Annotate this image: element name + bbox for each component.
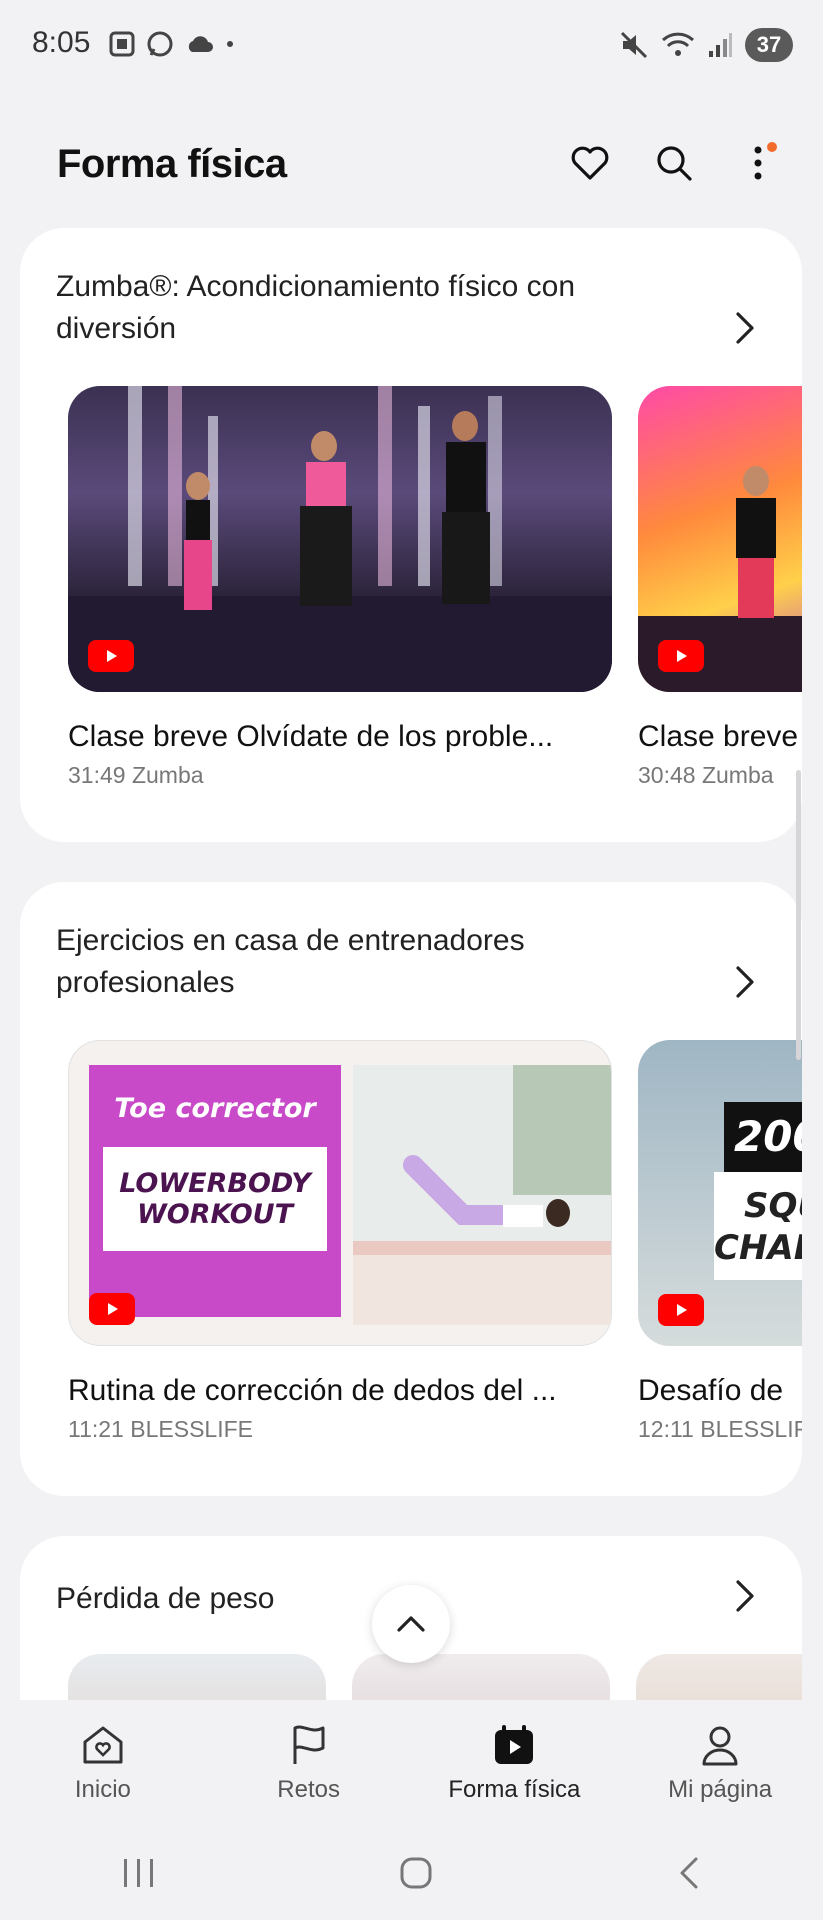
notification-dot bbox=[767, 142, 777, 152]
nav-label: Mi página bbox=[668, 1776, 773, 1803]
video-thumbnail[interactable]: 200 SQU CHALL bbox=[638, 1040, 802, 1346]
thumbnail-purple-panel: Toe corrector LOWERBODY WORKOUT bbox=[89, 1065, 341, 1317]
video-item[interactable]: 200 SQU CHALL Desafío de 12:11 BLESSLIFE bbox=[638, 1040, 802, 1443]
status-right-icons: 37 bbox=[619, 28, 793, 62]
scroll-to-top-button[interactable] bbox=[372, 1585, 450, 1663]
thumbnail-black-label: 200 bbox=[724, 1102, 802, 1172]
back-button[interactable] bbox=[676, 1855, 702, 1896]
status-time: 8:05 bbox=[32, 26, 91, 59]
nav-item-forma-fisica[interactable]: Forma física bbox=[412, 1700, 618, 1810]
heart-icon bbox=[571, 146, 609, 180]
video-thumbnail[interactable] bbox=[352, 1654, 610, 1700]
favorites-button[interactable] bbox=[567, 140, 613, 186]
cloud-icon bbox=[188, 36, 213, 52]
status-left-icons bbox=[108, 30, 236, 58]
nav-item-inicio[interactable]: Inicio bbox=[0, 1700, 206, 1810]
dot-icon bbox=[227, 41, 233, 47]
section-card-zumba: Zumba®: Acondicionamiento físico con div… bbox=[20, 228, 802, 842]
recents-button[interactable] bbox=[121, 1857, 157, 1894]
thumbnail-text-top: Toe corrector bbox=[114, 1093, 316, 1124]
video-thumbnail[interactable] bbox=[68, 1654, 326, 1700]
workout-photo-image bbox=[353, 1065, 611, 1325]
nav-item-mi-pagina[interactable]: Mi página bbox=[617, 1700, 823, 1810]
video-channel: Zumba bbox=[131, 762, 204, 788]
system-navigation-bar bbox=[0, 1830, 823, 1920]
video-thumbnail[interactable]: Toe corrector LOWERBODY WORKOUT bbox=[68, 1040, 612, 1346]
video-item[interactable]: Toe corrector LOWERBODY WORKOUT Rutina d… bbox=[68, 1040, 612, 1443]
dance-scene-image bbox=[68, 386, 612, 692]
play-calendar-icon bbox=[490, 1722, 538, 1768]
youtube-logo-icon bbox=[89, 1293, 135, 1325]
search-button[interactable] bbox=[651, 140, 697, 186]
more-options-button[interactable] bbox=[735, 140, 781, 186]
screenshot-icon bbox=[109, 31, 135, 57]
video-duration: 31:49 bbox=[68, 762, 126, 788]
video-item[interactable]: Clase breve Olvídate de los proble... 31… bbox=[68, 386, 612, 789]
signal-icon bbox=[709, 33, 732, 57]
thumbnail-text-line2: WORKOUT bbox=[136, 1199, 293, 1230]
nav-label: Inicio bbox=[74, 1776, 131, 1803]
chevron-right-icon[interactable] bbox=[730, 962, 760, 1002]
thumbnail-text-top: 200 bbox=[734, 1112, 802, 1161]
thumbnail-text-line2: CHALL bbox=[714, 1228, 802, 1268]
video-carousel[interactable]: Toe corrector LOWERBODY WORKOUT Rutina d… bbox=[68, 1040, 802, 1443]
youtube-logo-icon bbox=[658, 640, 704, 672]
video-meta: 12:11 BLESSLIFE bbox=[638, 1416, 802, 1443]
status-bar: 8:05 37 bbox=[0, 0, 823, 92]
page-title: Forma física bbox=[57, 142, 287, 186]
app-bar-actions bbox=[567, 140, 781, 186]
youtube-logo-icon bbox=[658, 1294, 704, 1326]
home-heart-icon bbox=[79, 1722, 127, 1768]
video-title[interactable]: Rutina de corrección de dedos del ... bbox=[68, 1374, 612, 1408]
app-bar: Forma física bbox=[0, 120, 823, 210]
chevron-right-icon[interactable] bbox=[730, 1576, 760, 1616]
person-icon bbox=[696, 1722, 744, 1768]
video-title[interactable]: Clase breve bbox=[638, 720, 802, 754]
battery-indicator: 37 bbox=[745, 28, 793, 62]
chevron-right-icon[interactable] bbox=[730, 308, 760, 348]
thumbnail-white-label: SQU CHALL bbox=[714, 1172, 802, 1280]
video-title[interactable]: Clase breve Olvídate de los proble... bbox=[68, 720, 612, 754]
content-scroll-area[interactable]: Zumba®: Acondicionamiento físico con div… bbox=[0, 210, 823, 1700]
video-duration: 11:21 bbox=[68, 1416, 124, 1442]
video-thumbnail[interactable] bbox=[68, 386, 612, 692]
video-meta: 30:48 Zumba bbox=[638, 762, 802, 789]
video-thumbnail[interactable] bbox=[636, 1654, 802, 1700]
mute-icon bbox=[620, 31, 648, 59]
thumbnail-text-box: LOWERBODY WORKOUT bbox=[103, 1147, 327, 1251]
back-chevron-icon bbox=[680, 1857, 698, 1888]
video-item[interactable]: Clase breve 30:48 Zumba bbox=[638, 386, 802, 789]
recents-icon bbox=[124, 1858, 154, 1887]
thumbnail-text-line1: SQU bbox=[744, 1186, 802, 1226]
section-title: Ejercicios en casa de entrenadores profe… bbox=[56, 924, 525, 999]
video-carousel[interactable]: Clase breve Olvídate de los proble... 31… bbox=[68, 386, 802, 789]
video-channel: Zumba bbox=[701, 762, 774, 788]
youtube-logo-icon bbox=[88, 640, 134, 672]
video-channel: BLESSLIFE bbox=[700, 1416, 802, 1442]
more-vertical-icon bbox=[754, 146, 762, 180]
chevron-up-icon bbox=[397, 1616, 425, 1632]
video-channel: BLESSLIFE bbox=[130, 1416, 253, 1442]
section-card-home-workouts: Ejercicios en casa de entrenadores profe… bbox=[20, 882, 802, 1496]
nav-label: Retos bbox=[277, 1776, 340, 1803]
home-button[interactable] bbox=[399, 1856, 433, 1895]
whatsapp-icon bbox=[147, 31, 173, 57]
home-circle-icon bbox=[400, 1857, 432, 1888]
video-duration: 30:48 bbox=[638, 762, 696, 788]
scrollbar[interactable] bbox=[796, 770, 801, 1060]
flag-icon bbox=[285, 1722, 333, 1768]
section-title: Zumba®: Acondicionamiento físico con div… bbox=[56, 270, 576, 345]
video-title[interactable]: Desafío de bbox=[638, 1374, 802, 1408]
video-carousel[interactable] bbox=[68, 1654, 802, 1700]
nav-item-retos[interactable]: Retos bbox=[206, 1700, 412, 1810]
video-meta: 11:21 BLESSLIFE bbox=[68, 1416, 612, 1443]
video-thumbnail[interactable] bbox=[638, 386, 802, 692]
bottom-navigation: Inicio Retos Forma física Mi página bbox=[0, 1700, 823, 1810]
nav-label: Forma física bbox=[448, 1776, 581, 1803]
thumbnail-text-line1: LOWERBODY bbox=[119, 1168, 311, 1199]
wifi-icon bbox=[661, 32, 695, 56]
search-icon bbox=[657, 146, 692, 181]
video-duration: 12:11 bbox=[638, 1416, 694, 1442]
video-meta: 31:49 Zumba bbox=[68, 762, 612, 789]
